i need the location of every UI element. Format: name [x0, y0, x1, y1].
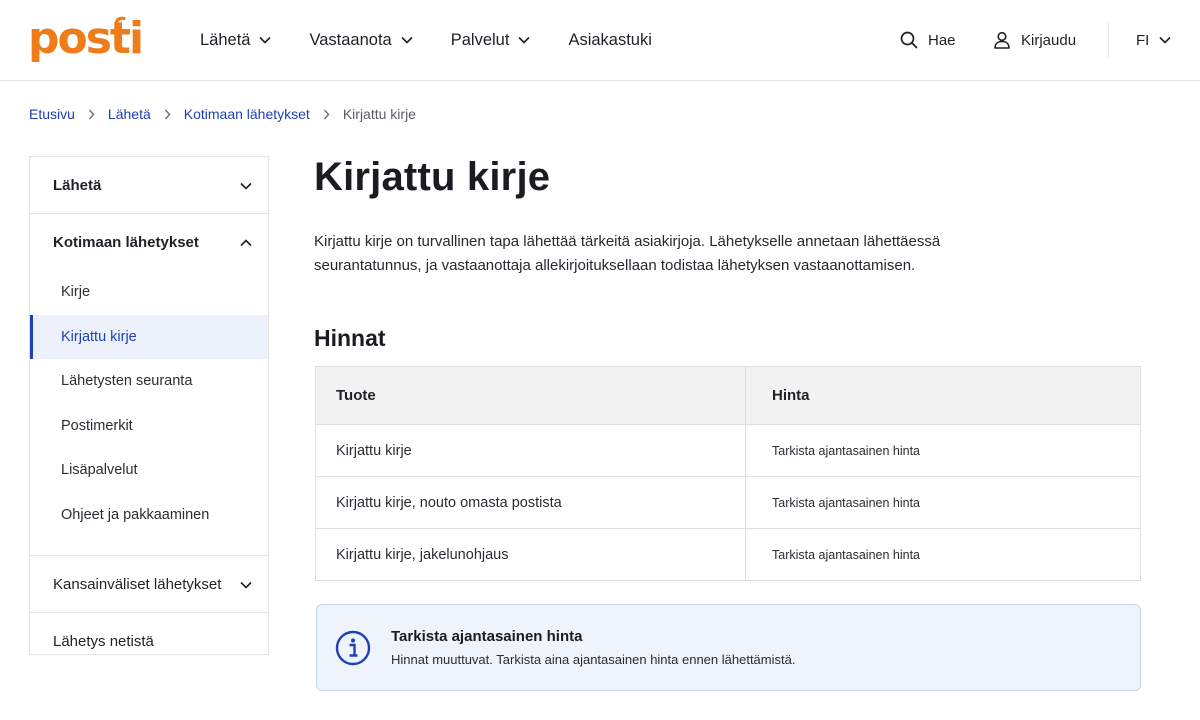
intro-line: seurantatunnus, ja vastaanottaja allekir… — [314, 257, 916, 274]
sidebar-item-postimerkit[interactable]: Postimerkit — [30, 404, 268, 449]
chevron-right-icon — [88, 109, 95, 120]
search-button[interactable]: Hae — [900, 0, 956, 80]
nav-item-palvelut[interactable]: Palvelut — [451, 31, 531, 50]
sidebar-section-lahetys-netista: Lähetys netistä — [30, 613, 268, 669]
breadcrumb-current: Kirjattu kirje — [342, 106, 416, 122]
logo-horn-icon — [115, 16, 126, 24]
search-label: Hae — [928, 31, 956, 49]
table-header-row: Tuote Hinta — [315, 366, 1141, 425]
sidebar-section-laheta: Lähetä — [30, 157, 268, 214]
nav-item-label: Asiakastuki — [568, 30, 652, 49]
nav-item-label: Palvelut — [450, 30, 510, 49]
site-header: posti Lähetä Vastaanota Palvelut Asiakas… — [0, 0, 1200, 81]
chevron-down-icon — [1159, 36, 1181, 44]
sidebar-nav: Lähetä Kotimaan lähetykset Kirje Kirjatt… — [29, 156, 269, 655]
nav-item-vastaanota[interactable]: Vastaanota — [309, 30, 413, 50]
table-row: Kirjattu kirje, nouto omasta postista Ta… — [315, 476, 1141, 529]
column-header-hinta: Hinta — [745, 366, 1141, 425]
sidebar-section-kansainvaliset: Kansainväliset lähetykset — [30, 556, 268, 613]
info-icon — [335, 630, 371, 666]
login-button[interactable]: Kirjaudu — [993, 0, 1076, 80]
nav-item-asiakastuki[interactable]: Asiakastuki — [568, 31, 651, 50]
table-row: Kirjattu kirje Tarkista ajantasainen hin… — [315, 424, 1141, 477]
sidebar-section-label: Lähetys netistä — [53, 632, 154, 650]
header-divider — [1108, 22, 1109, 58]
sidebar-item-ohjeet[interactable]: Ohjeet ja pakkaaminen — [30, 493, 268, 538]
nav-item-label: Vastaanota — [309, 30, 392, 49]
chevron-down-icon — [240, 177, 252, 194]
price-cell: Tarkista ajantasainen hinta — [745, 528, 1141, 581]
language-selector[interactable]: FI — [1136, 0, 1181, 80]
sidebar-item-kirje[interactable]: Kirje — [30, 270, 268, 315]
sidebar-section-kotimaan: Kotimaan lähetykset Kirje Kirjattu kirje… — [30, 214, 268, 556]
sidebar-section-label: Kotimaan lähetykset — [53, 233, 199, 251]
price-table: Tuote Hinta Kirjattu kirje Tarkista ajan… — [315, 366, 1141, 581]
product-cell: Kirjattu kirje, nouto omasta postista — [315, 476, 746, 529]
posti-logo[interactable]: posti — [28, 14, 144, 64]
breadcrumb: Etusivu Lähetä Kotimaan lähetykset Kirja… — [29, 106, 416, 122]
breadcrumb-link-laheta[interactable]: Lähetä — [108, 106, 151, 122]
chevron-down-icon — [518, 36, 531, 44]
table-row: Kirjattu kirje, jakelunohjaus Tarkista a… — [315, 528, 1141, 581]
language-label: FI — [1136, 31, 1150, 49]
chevron-up-icon — [240, 234, 252, 251]
prices-heading: Hinnat — [314, 325, 386, 351]
chevron-right-icon — [323, 109, 330, 120]
sidebar-section-toggle-kotimaan[interactable]: Kotimaan lähetykset — [30, 214, 268, 270]
search-icon — [900, 31, 918, 49]
column-header-tuote: Tuote — [315, 366, 746, 425]
price-cell: Tarkista ajantasainen hinta — [745, 424, 1141, 477]
login-label: Kirjaudu — [1021, 31, 1077, 49]
user-icon — [994, 31, 1010, 49]
sidebar-item-kirjattu-kirje[interactable]: Kirjattu kirje — [30, 314, 268, 359]
sidebar-item-lahetysten-seuranta[interactable]: Lähetysten seuranta — [30, 359, 268, 404]
sidebar-section-label: Kansainväliset lähetykset — [53, 575, 222, 593]
sidebar-link-lahetys-netista[interactable]: Lähetys netistä — [30, 613, 268, 669]
product-cell: Kirjattu kirje, jakelunohjaus — [315, 528, 746, 581]
sidebar-submenu: Kirje Kirjattu kirje Lähetysten seuranta… — [30, 270, 268, 555]
chevron-right-icon — [164, 109, 171, 120]
info-notice: Tarkista ajantasainen hinta Hinnat muutt… — [316, 604, 1141, 691]
page-title: Kirjattu kirje — [314, 155, 551, 199]
intro-paragraph: Kirjattu kirje on turvallinen tapa lähet… — [314, 230, 954, 278]
intro-line: Kirjattu kirje on turvallinen tapa lähet… — [314, 233, 941, 250]
sidebar-item-lisapalvelut[interactable]: Lisäpalvelut — [30, 448, 268, 493]
chevron-down-icon — [240, 576, 252, 593]
chevron-down-icon — [259, 36, 272, 44]
sidebar-section-toggle-laheta[interactable]: Lähetä — [30, 157, 268, 213]
nav-item-label: Lähetä — [200, 30, 251, 49]
info-title: Tarkista ajantasainen hinta — [391, 628, 583, 645]
nav-item-laheta[interactable]: Lähetä — [200, 30, 272, 50]
sidebar-section-toggle-kansainvaliset[interactable]: Kansainväliset lähetykset — [30, 556, 268, 612]
breadcrumb-link-kotimaan[interactable]: Kotimaan lähetykset — [184, 106, 310, 122]
breadcrumb-link-etusivu[interactable]: Etusivu — [29, 106, 75, 122]
sidebar-section-label: Lähetä — [53, 176, 102, 194]
info-text: Hinnat muuttuvat. Tarkista aina ajantasa… — [391, 652, 796, 667]
chevron-down-icon — [401, 36, 413, 44]
price-cell: Tarkista ajantasainen hinta — [745, 476, 1141, 529]
product-cell: Kirjattu kirje — [315, 424, 746, 477]
main-nav: Lähetä Vastaanota Palvelut Asiakastuki — [200, 0, 690, 80]
